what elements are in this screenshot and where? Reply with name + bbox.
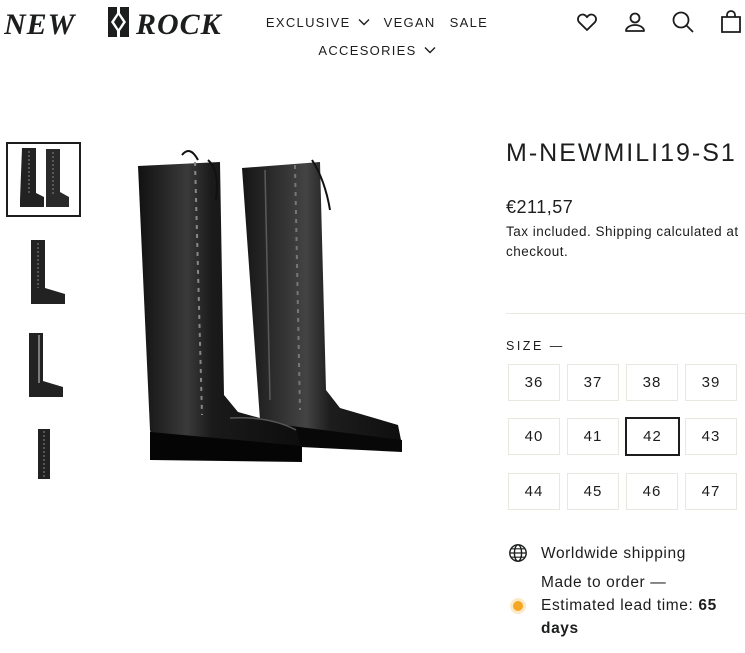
account-icon (625, 12, 645, 32)
size-option[interactable]: 44 (508, 473, 560, 510)
thumbnail-list (6, 142, 81, 514)
nav-sale-label: SALE (449, 14, 489, 30)
search-icon (672, 11, 694, 33)
chevron-down-icon (358, 19, 370, 26)
made-to-order-text: Made to order — (541, 574, 667, 591)
product-price: €211,57 (506, 197, 574, 217)
heart-icon (577, 13, 597, 31)
nav-sale[interactable]: SALE (443, 15, 495, 30)
tax-note: Tax included. Shipping calculated at che… (506, 224, 739, 259)
chevron-down-icon (424, 47, 436, 54)
main-nav: EXCLUSIVE VEGAN SALE ACCESORIES (262, 10, 492, 62)
nav-accesories-label: ACCESORIES (318, 42, 417, 58)
boot-thumbnail-image (28, 332, 63, 397)
nav-vegan[interactable]: VEGAN (377, 15, 443, 30)
globe-icon (509, 544, 527, 562)
thumbnail-side-left[interactable] (6, 328, 81, 403)
boot-thumbnail-image (19, 147, 69, 207)
size-option[interactable]: 41 (567, 418, 619, 455)
account-button[interactable] (621, 8, 649, 36)
lead-time-label: Estimated lead time: (541, 597, 694, 614)
size-option[interactable]: 39 (685, 364, 737, 401)
svg-text:NEW: NEW (4, 8, 77, 40)
size-label: SIZE — (506, 339, 565, 353)
site-header: NEW ROCK EXCLUSIVE VEGAN SALE ACCESORIES (0, 0, 745, 78)
product-main-image[interactable] (120, 140, 420, 480)
search-button[interactable] (669, 8, 697, 36)
svg-text:ROCK: ROCK (135, 8, 223, 40)
size-option[interactable]: 47 (685, 473, 737, 510)
header-icons (553, 8, 745, 36)
size-option-selected[interactable]: 42 (625, 417, 680, 456)
product-info: M-NEWMILI19-S1 €211,57 Tax included. Shi… (506, 138, 745, 262)
size-option[interactable]: 46 (626, 473, 678, 510)
size-option[interactable]: 45 (567, 473, 619, 510)
cart-icon (721, 10, 741, 33)
lead-time-row: Made to order — Estimated lead time: 65 … (508, 571, 745, 653)
thumbnail-side-right[interactable] (6, 235, 81, 310)
boot-thumbnail-image (30, 239, 65, 304)
nav-exclusive-label: EXCLUSIVE (265, 14, 351, 30)
product-title: M-NEWMILI19-S1 (506, 139, 737, 167)
nav-vegan-label: VEGAN (383, 14, 436, 30)
size-option[interactable]: 36 (508, 364, 560, 401)
status-dot (513, 601, 523, 611)
nav-row-primary: EXCLUSIVE VEGAN SALE (262, 10, 492, 34)
new-rock-logo[interactable]: NEW ROCK (4, 4, 234, 40)
nav-row-secondary: ACCESORIES (262, 38, 492, 62)
cart-button[interactable] (717, 8, 745, 36)
boot-thumbnail-image (37, 428, 50, 479)
divider (506, 313, 745, 314)
size-option[interactable]: 38 (626, 364, 678, 401)
size-selector: 36 37 38 39 40 41 42 43 44 45 46 47 (508, 364, 740, 510)
nav-exclusive[interactable]: EXCLUSIVE (259, 15, 377, 30)
lead-time-line: Estimated lead time: 65 days (541, 594, 745, 640)
worldwide-shipping-row: Worldwide shipping (508, 543, 745, 565)
status-dot-wrap (508, 571, 528, 653)
thumbnail-front-pair[interactable] (6, 142, 81, 217)
nav-accesories[interactable]: ACCESORIES (311, 43, 442, 58)
thumbnail-back[interactable] (6, 421, 81, 496)
size-option[interactable]: 40 (508, 418, 560, 455)
shipping-info: Worldwide shipping Made to order — Estim… (508, 543, 745, 653)
lead-time-text: Made to order — Estimated lead time: 65 … (541, 571, 745, 640)
size-option[interactable]: 43 (685, 418, 737, 455)
size-option[interactable]: 37 (567, 364, 619, 401)
worldwide-shipping-text: Worldwide shipping (541, 545, 686, 562)
wishlist-button[interactable] (573, 8, 601, 36)
